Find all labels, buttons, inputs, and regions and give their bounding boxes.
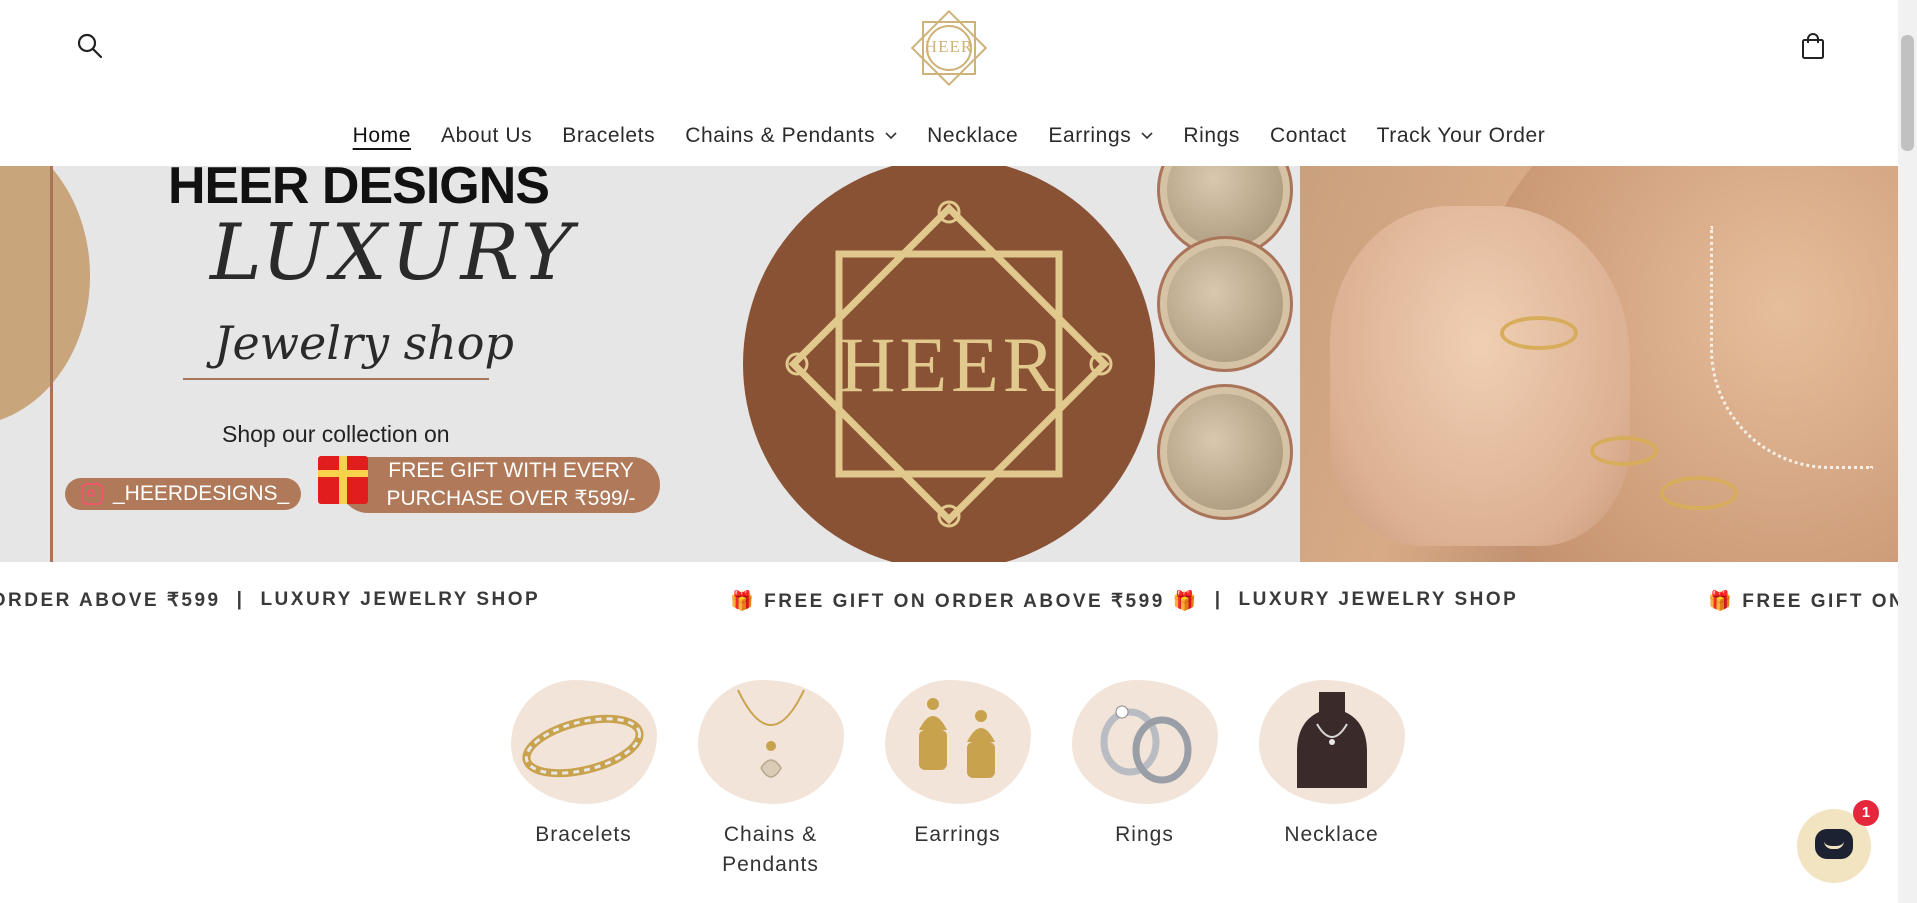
page-scrollbar[interactable] [1898,0,1917,903]
category-label: Earrings [914,823,1001,846]
nav-about-us-label: About Us [441,124,533,147]
nav-necklace-label: Necklace [927,124,1019,147]
category-rings[interactable]: Rings [1051,680,1238,880]
category-bracelets[interactable]: Bracelets [490,680,677,880]
category-chains-image [697,680,844,804]
cart-icon [1802,33,1824,59]
hero-divider [183,378,489,380]
gift-box-icon [318,456,368,504]
instagram-pill: _HEERDESIGNS_ [65,478,301,510]
hero-script-jewelry-shop: Jewelry shop [214,316,514,370]
category-bracelets-image [510,680,657,804]
nav-contact[interactable]: Contact [1255,124,1362,148]
category-grid: Bracelets Chains & Pendants Earrings Rin… [490,680,1425,880]
earrings-icon [918,698,995,778]
marquee-separator: | [236,589,245,610]
marquee-track: FREE GIFT ON ORDER ABOVE ₹599 | LUXURY J… [0,589,1898,613]
chat-icon [1815,829,1853,859]
hero-shop-text: Shop our collection on [222,421,450,447]
search-icon [77,33,103,59]
announcement-marquee: FREE GIFT ON ORDER ABOVE ₹599 | LUXURY J… [0,562,1898,640]
chat-notification-badge: 1 [1853,800,1879,826]
hero-banner[interactable]: HEER DESIGNS LUXURY Jewelry shop Shop ou… [0,166,1898,562]
category-label: Bracelets [535,823,632,846]
instagram-icon [81,483,103,505]
nav-earrings-label: Earrings [1048,124,1132,147]
marquee-item: FREE GIFT ON ORDER ABOVE ₹599 [0,590,221,611]
category-label: Rings [1115,823,1174,846]
category-label: Chains & Pendants [677,820,864,880]
site-header: HEER Home About Us Bracelets Chains & Pe… [0,0,1898,166]
hero-script-luxury: LUXURY [210,208,577,298]
category-necklace[interactable]: Necklace [1238,680,1425,880]
necklace-bust-icon [1296,692,1367,788]
nav-bracelets[interactable]: Bracelets [547,124,670,148]
category-earrings[interactable]: Earrings [864,680,1051,880]
gift-text-line2: PURCHASE OVER ₹599/- [386,487,636,510]
instagram-handle: _HEERDESIGNS_ [113,482,290,505]
nav-about-us[interactable]: About Us [426,124,547,148]
site-logo[interactable]: HEER [905,4,993,92]
nav-earrings[interactable]: Earrings [1033,124,1168,148]
nav-rings[interactable]: Rings [1168,124,1255,148]
nav-necklace[interactable]: Necklace [912,124,1033,148]
nav-rings-label: Rings [1183,124,1241,147]
hero-medallion: HEER [743,166,1155,562]
marquee-separator: | [1214,589,1223,610]
search-button[interactable] [74,30,106,62]
category-chains-line1: Chains & [723,823,818,846]
bracelet-icon [521,714,644,778]
hero-model-photo [1300,166,1898,562]
nav-chains-pendants[interactable]: Chains & Pendants [670,124,912,148]
nav-home[interactable]: Home [338,124,426,148]
category-necklace-image [1258,680,1405,804]
scrollbar-thumb[interactable] [1901,35,1914,151]
chevron-down-icon [885,132,897,140]
category-rings-image [1071,680,1218,804]
marquee-item: 🎁 FREE GIFT ON ORDER ABOVE ₹599 🎁 [730,591,1199,612]
nav-track-order[interactable]: Track Your Order [1362,124,1561,148]
pendant-icon [736,689,805,778]
marquee-item: LUXURY JEWELRY SHOP [260,589,541,610]
cart-button[interactable] [1797,30,1829,62]
hero-thumb-ring [1157,236,1293,372]
marquee-item: 🎁 FREE GIFT ON ORDER ABOVE ₹599 🎁 [1708,591,1898,612]
gift-pill: FREE GIFT WITH EVERY PURCHASE OVER ₹599/… [340,457,660,513]
nav-bracelets-label: Bracelets [562,124,656,147]
nav-track-order-label: Track Your Order [1376,124,1546,147]
gift-text-line1: FREE GIFT WITH EVERY [388,459,634,482]
nav-home-label: Home [352,124,412,147]
medallion-text: HEER [839,321,1059,408]
category-earrings-image [884,680,1031,804]
marquee-item: LUXURY JEWELRY SHOP [1238,589,1519,610]
category-chains-pendants[interactable]: Chains & Pendants [677,680,864,880]
hero-thumb-bracelet [1157,384,1293,520]
logo-text: HEER [924,37,974,56]
main-nav: Home About Us Bracelets Chains & Pendant… [0,124,1898,148]
nav-contact-label: Contact [1270,124,1347,147]
rings-icon [1100,705,1191,784]
category-chains-line2: Pendants [722,853,819,876]
chevron-down-icon [1141,132,1153,140]
category-label: Necklace [1284,823,1379,846]
nav-chains-pendants-label: Chains & Pendants [685,124,876,147]
